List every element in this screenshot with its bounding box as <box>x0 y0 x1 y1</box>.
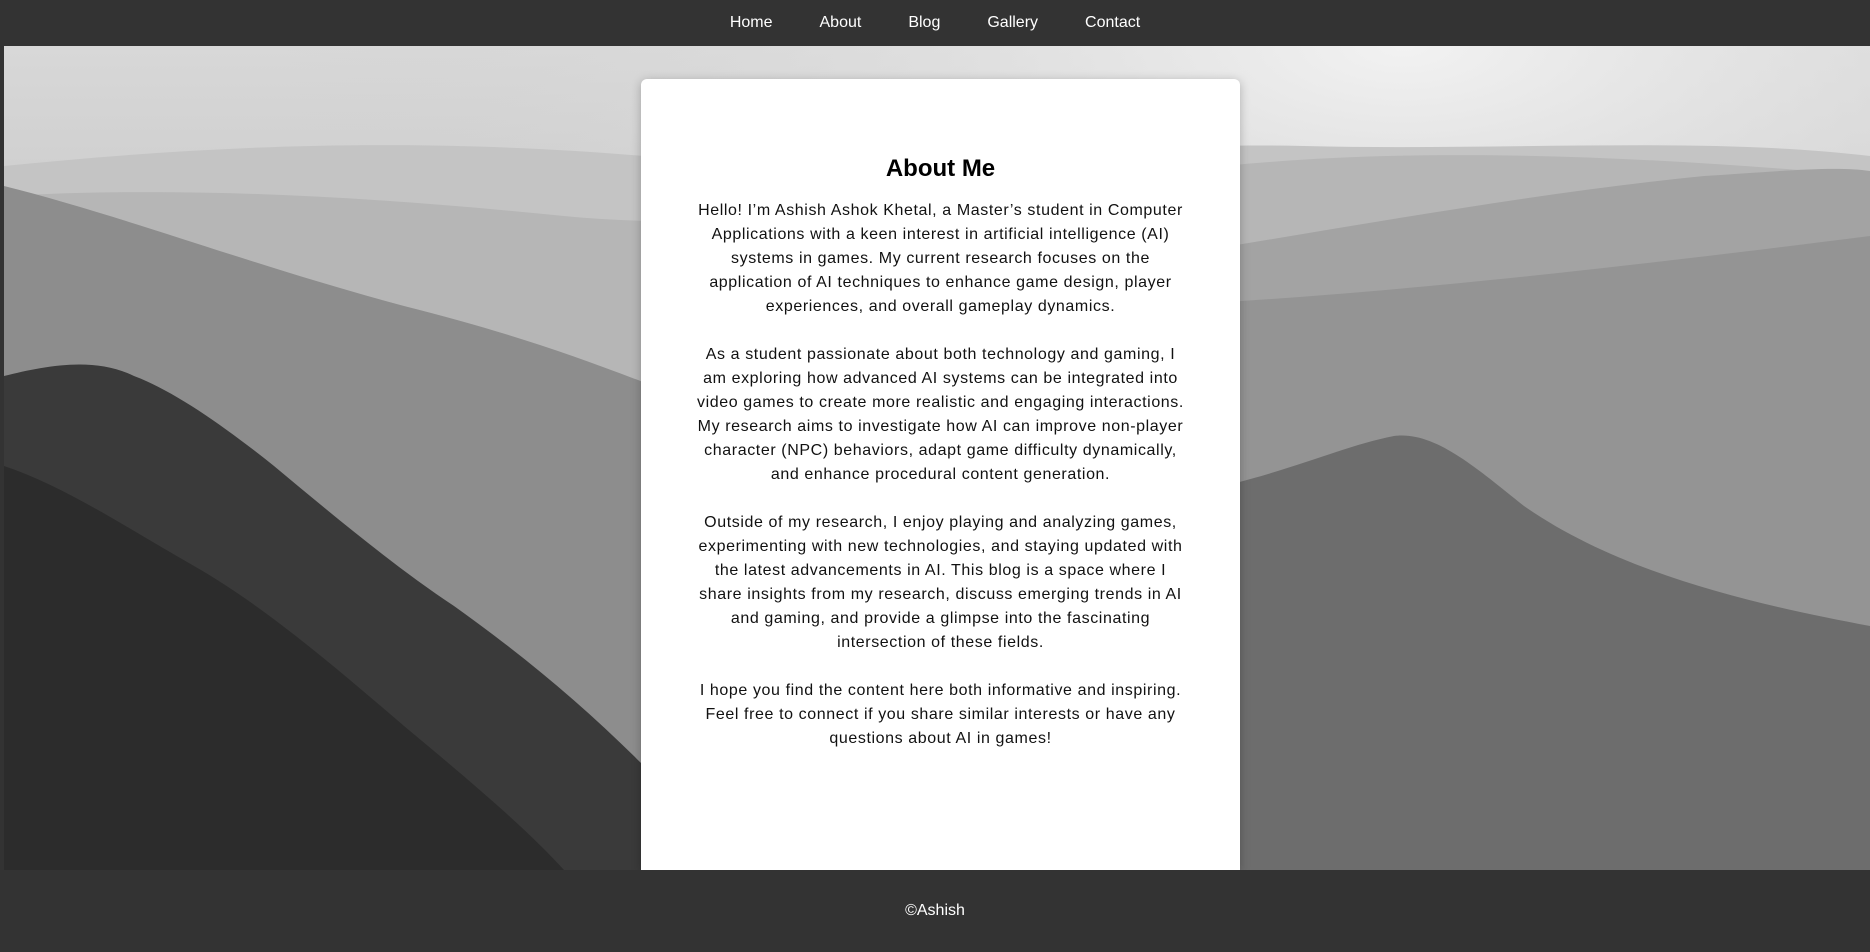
about-paragraph-1: Hello! I’m Ashish Ashok Khetal, a Master… <box>698 202 1183 315</box>
nav-item-home: Home <box>706 3 796 43</box>
nav-link-contact[interactable]: Contact <box>1062 3 1164 43</box>
about-paragraph-4: I hope you find the content here both in… <box>699 682 1182 747</box>
nav-link-about[interactable]: About <box>796 3 885 43</box>
nav-link-gallery[interactable]: Gallery <box>964 3 1062 43</box>
about-paragraph-2: As a student passionate about both techn… <box>697 346 1184 483</box>
top-navigation: Home About Blog Gallery Contact <box>0 0 1870 46</box>
about-title: About Me <box>885 155 996 182</box>
nav-link-blog[interactable]: Blog <box>885 3 964 43</box>
nav-item-about: About <box>796 3 885 43</box>
nav-item-gallery: Gallery <box>964 3 1062 43</box>
copyright-text: ©Ashish <box>905 902 965 919</box>
about-card: About Me Hello! I’m Ashish Ashok Khetal,… <box>641 79 1240 870</box>
nav-list: Home About Blog Gallery Contact <box>706 3 1163 43</box>
footer: ©Ashish <box>0 870 1870 952</box>
nav-link-home[interactable]: Home <box>706 3 796 43</box>
about-paragraph-3: Outside of my research, I enjoy playing … <box>698 514 1183 651</box>
page: Home About Blog Gallery Contact About Me… <box>0 0 1870 952</box>
nav-item-blog: Blog <box>885 3 964 43</box>
nav-item-contact: Contact <box>1062 3 1164 43</box>
